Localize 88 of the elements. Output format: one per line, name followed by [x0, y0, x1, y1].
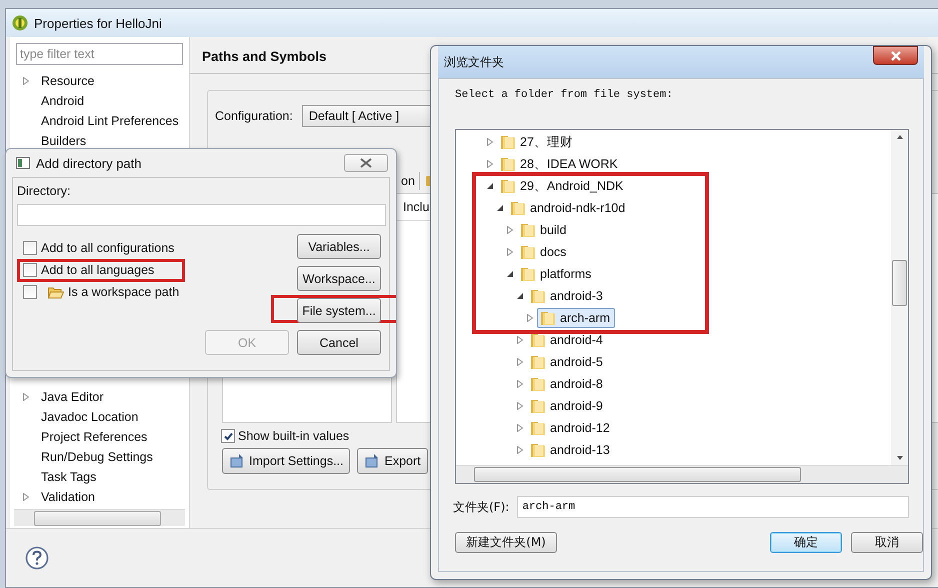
checkbox[interactable] [221, 429, 235, 443]
checkbox-label: Show built-in values [238, 429, 350, 443]
settings-file-icon [364, 453, 380, 469]
expand-icon[interactable] [496, 204, 504, 212]
nav-item[interactable]: Resource [41, 74, 94, 88]
vertical-scrollbar[interactable] [891, 130, 908, 465]
close-button[interactable] [873, 46, 918, 65]
dialog-title: 浏览文件夹 [444, 54, 504, 70]
folder-item[interactable]: arch-arm [537, 308, 616, 328]
dialog-button[interactable]: Variables... [297, 234, 381, 259]
settings-file-icon [229, 453, 245, 469]
close-button[interactable] [344, 154, 388, 172]
folder-item[interactable]: 27、理财 [497, 132, 578, 152]
export-button[interactable]: Export [357, 448, 428, 474]
close-icon [890, 50, 902, 60]
checkbox-label: Is a workspace path [68, 285, 180, 299]
cancel-button[interactable]: Cancel [297, 330, 381, 355]
dialog-button[interactable]: 新建文件夹(M) [455, 532, 557, 553]
scroll-thumb[interactable] [892, 260, 907, 306]
folder-icon [529, 397, 547, 415]
folder-item[interactable]: android-9 [527, 396, 608, 416]
nav-item[interactable]: Run/Debug Settings [41, 450, 153, 464]
folder-item[interactable]: 28、IDEA WORK [497, 154, 623, 174]
import-button[interactable]: Import Settings... [222, 448, 350, 474]
configuration-label: Configuration: [215, 109, 293, 123]
nav-item[interactable]: Javadoc Location [41, 410, 138, 424]
folder-icon [529, 331, 547, 349]
prompt-text: Select a folder from file system: [455, 89, 674, 101]
folder-item[interactable]: docs [517, 242, 572, 262]
folder-item[interactable]: android-8 [527, 374, 608, 394]
folder-item[interactable]: 29、Android_NDK [497, 176, 628, 196]
nav-item[interactable]: Project References [41, 430, 148, 444]
folder-icon [509, 199, 527, 217]
dialog-button[interactable]: File system... [297, 298, 381, 323]
scroll-down-icon[interactable] [896, 455, 904, 461]
window-title: Properties for HelloJni [34, 16, 162, 30]
app-icon [12, 15, 28, 31]
folder-item[interactable]: android-3 [527, 286, 608, 306]
folder-item[interactable]: android-12 [527, 418, 615, 438]
nav-item[interactable]: Validation [41, 490, 95, 504]
folder-icon [499, 133, 517, 151]
horizontal-scrollbar[interactable] [14, 509, 185, 526]
dialog-button[interactable]: Workspace... [297, 266, 381, 291]
folder-icon [519, 265, 537, 283]
horizontal-scrollbar[interactable] [456, 465, 908, 483]
scroll-up-icon[interactable] [896, 134, 904, 140]
filter-field[interactable]: type filter text [16, 43, 183, 65]
checkbox-label: Add to all configurations [41, 241, 174, 255]
checkbox[interactable] [23, 241, 37, 255]
expand-icon[interactable] [506, 270, 514, 278]
folder-item[interactable]: platforms [517, 264, 596, 284]
nav-item[interactable]: Android [41, 94, 84, 108]
nav-item[interactable]: Android Lint Preferences [41, 114, 179, 128]
checkbox[interactable] [23, 285, 37, 299]
checkbox[interactable] [23, 263, 37, 277]
folder-icon [539, 309, 557, 327]
folder-icon [529, 441, 547, 459]
directory-label: Directory: [17, 184, 72, 198]
folder-field[interactable]: arch-arm [517, 496, 910, 518]
folder-icon [529, 419, 547, 437]
folder-icon [499, 155, 517, 173]
tab[interactable]: on [399, 172, 420, 190]
directory-field[interactable] [17, 204, 386, 226]
folder-icon [529, 353, 547, 371]
folder-item[interactable]: android-ndk-r10d [507, 198, 630, 218]
dialog-button[interactable]: 确定 [770, 532, 842, 553]
close-icon [359, 158, 373, 168]
folder-icon [499, 177, 517, 195]
help-icon[interactable] [25, 546, 49, 570]
nav-item[interactable]: Task Tags [41, 470, 96, 484]
folder-item[interactable]: android-5 [527, 352, 608, 372]
nav-item[interactable]: Java Editor [41, 390, 104, 404]
expand-icon[interactable] [486, 182, 494, 190]
folder-icon [48, 286, 64, 298]
folder-icon [519, 221, 537, 239]
folder-icon [529, 287, 547, 305]
expand-icon[interactable] [516, 292, 524, 300]
folder-item[interactable]: build [517, 220, 572, 240]
nav-item[interactable]: Builders [41, 134, 86, 148]
folder-icon [529, 375, 547, 393]
folder-icon [519, 243, 537, 261]
checkbox-label: Add to all languages [41, 263, 154, 277]
folder-item[interactable]: android-4 [527, 330, 608, 350]
dialog-title: Add directory path [36, 156, 142, 170]
folder-label: 文件夹(F): [453, 498, 510, 516]
dialog-button[interactable]: 取消 [851, 532, 923, 553]
folder-item[interactable]: android-13 [527, 440, 615, 460]
dialog-icon [16, 157, 30, 169]
